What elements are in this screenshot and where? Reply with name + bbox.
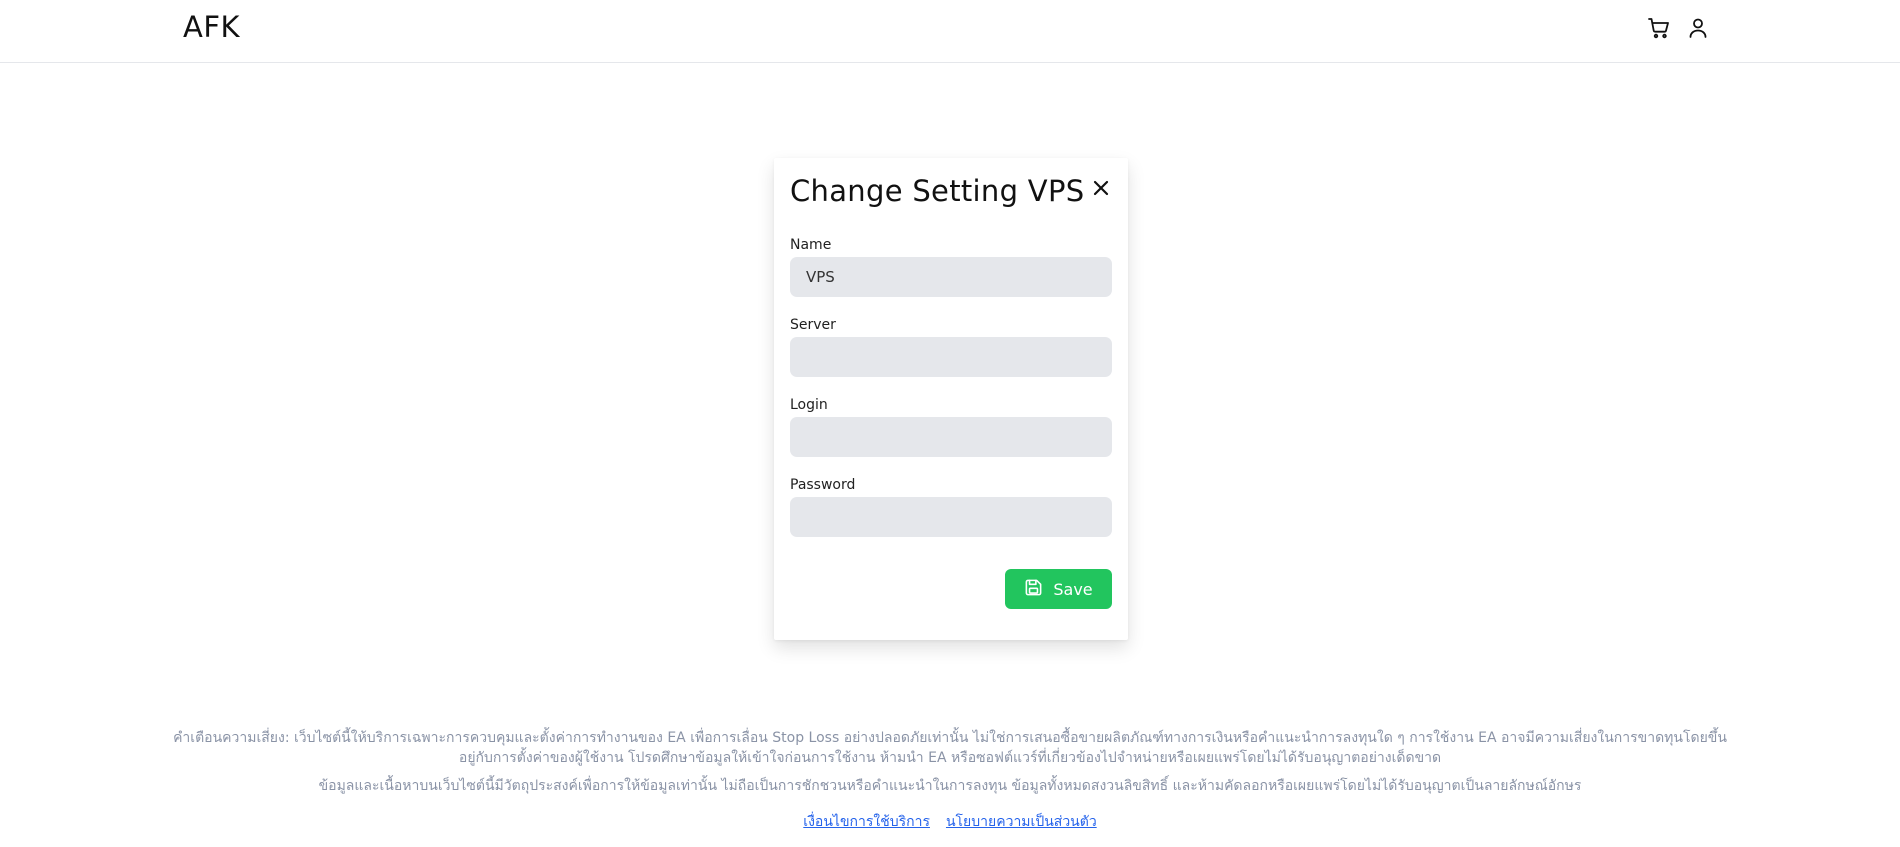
password-input[interactable]: [790, 497, 1112, 537]
logo[interactable]: AFK: [183, 10, 240, 44]
server-input[interactable]: [790, 337, 1112, 377]
save-label: Save: [1053, 579, 1093, 599]
risk-disclaimer: คำเตือนความเสี่ยง: เว็บไซต์นี้ให้บริการเ…: [173, 730, 1727, 766]
cart-icon[interactable]: [1645, 14, 1673, 42]
server-label: Server: [790, 317, 836, 333]
privacy-link[interactable]: นโยบายความเป็นส่วนตัว: [946, 811, 1097, 833]
login-input[interactable]: [790, 417, 1112, 457]
dialog-title: Change Setting VPS: [790, 174, 1085, 208]
login-label: Login: [790, 397, 828, 413]
terms-link[interactable]: เงื่อนไขการใช้บริการ: [803, 811, 930, 833]
footer-links: เงื่อนไขการใช้บริการ นโยบายความเป็นส่วนต…: [0, 811, 1900, 833]
close-icon[interactable]: [1089, 176, 1113, 200]
name-label: Name: [790, 237, 832, 253]
user-icon[interactable]: [1684, 14, 1712, 42]
footer: คำเตือนความเสี่ยง: เว็บไซต์นี้ให้บริการเ…: [0, 728, 1900, 833]
name-input[interactable]: [790, 257, 1112, 297]
save-icon: [1024, 578, 1043, 601]
top-navbar: AFK: [0, 0, 1900, 63]
change-setting-dialog: Change Setting VPS Name Server Login Pas…: [774, 158, 1128, 640]
password-label: Password: [790, 477, 856, 493]
info-notice: ข้อมูลและเนื้อหาบนเว็บไซต์นี้มีวัตถุประส…: [318, 778, 1582, 794]
save-button[interactable]: Save: [1005, 569, 1112, 609]
